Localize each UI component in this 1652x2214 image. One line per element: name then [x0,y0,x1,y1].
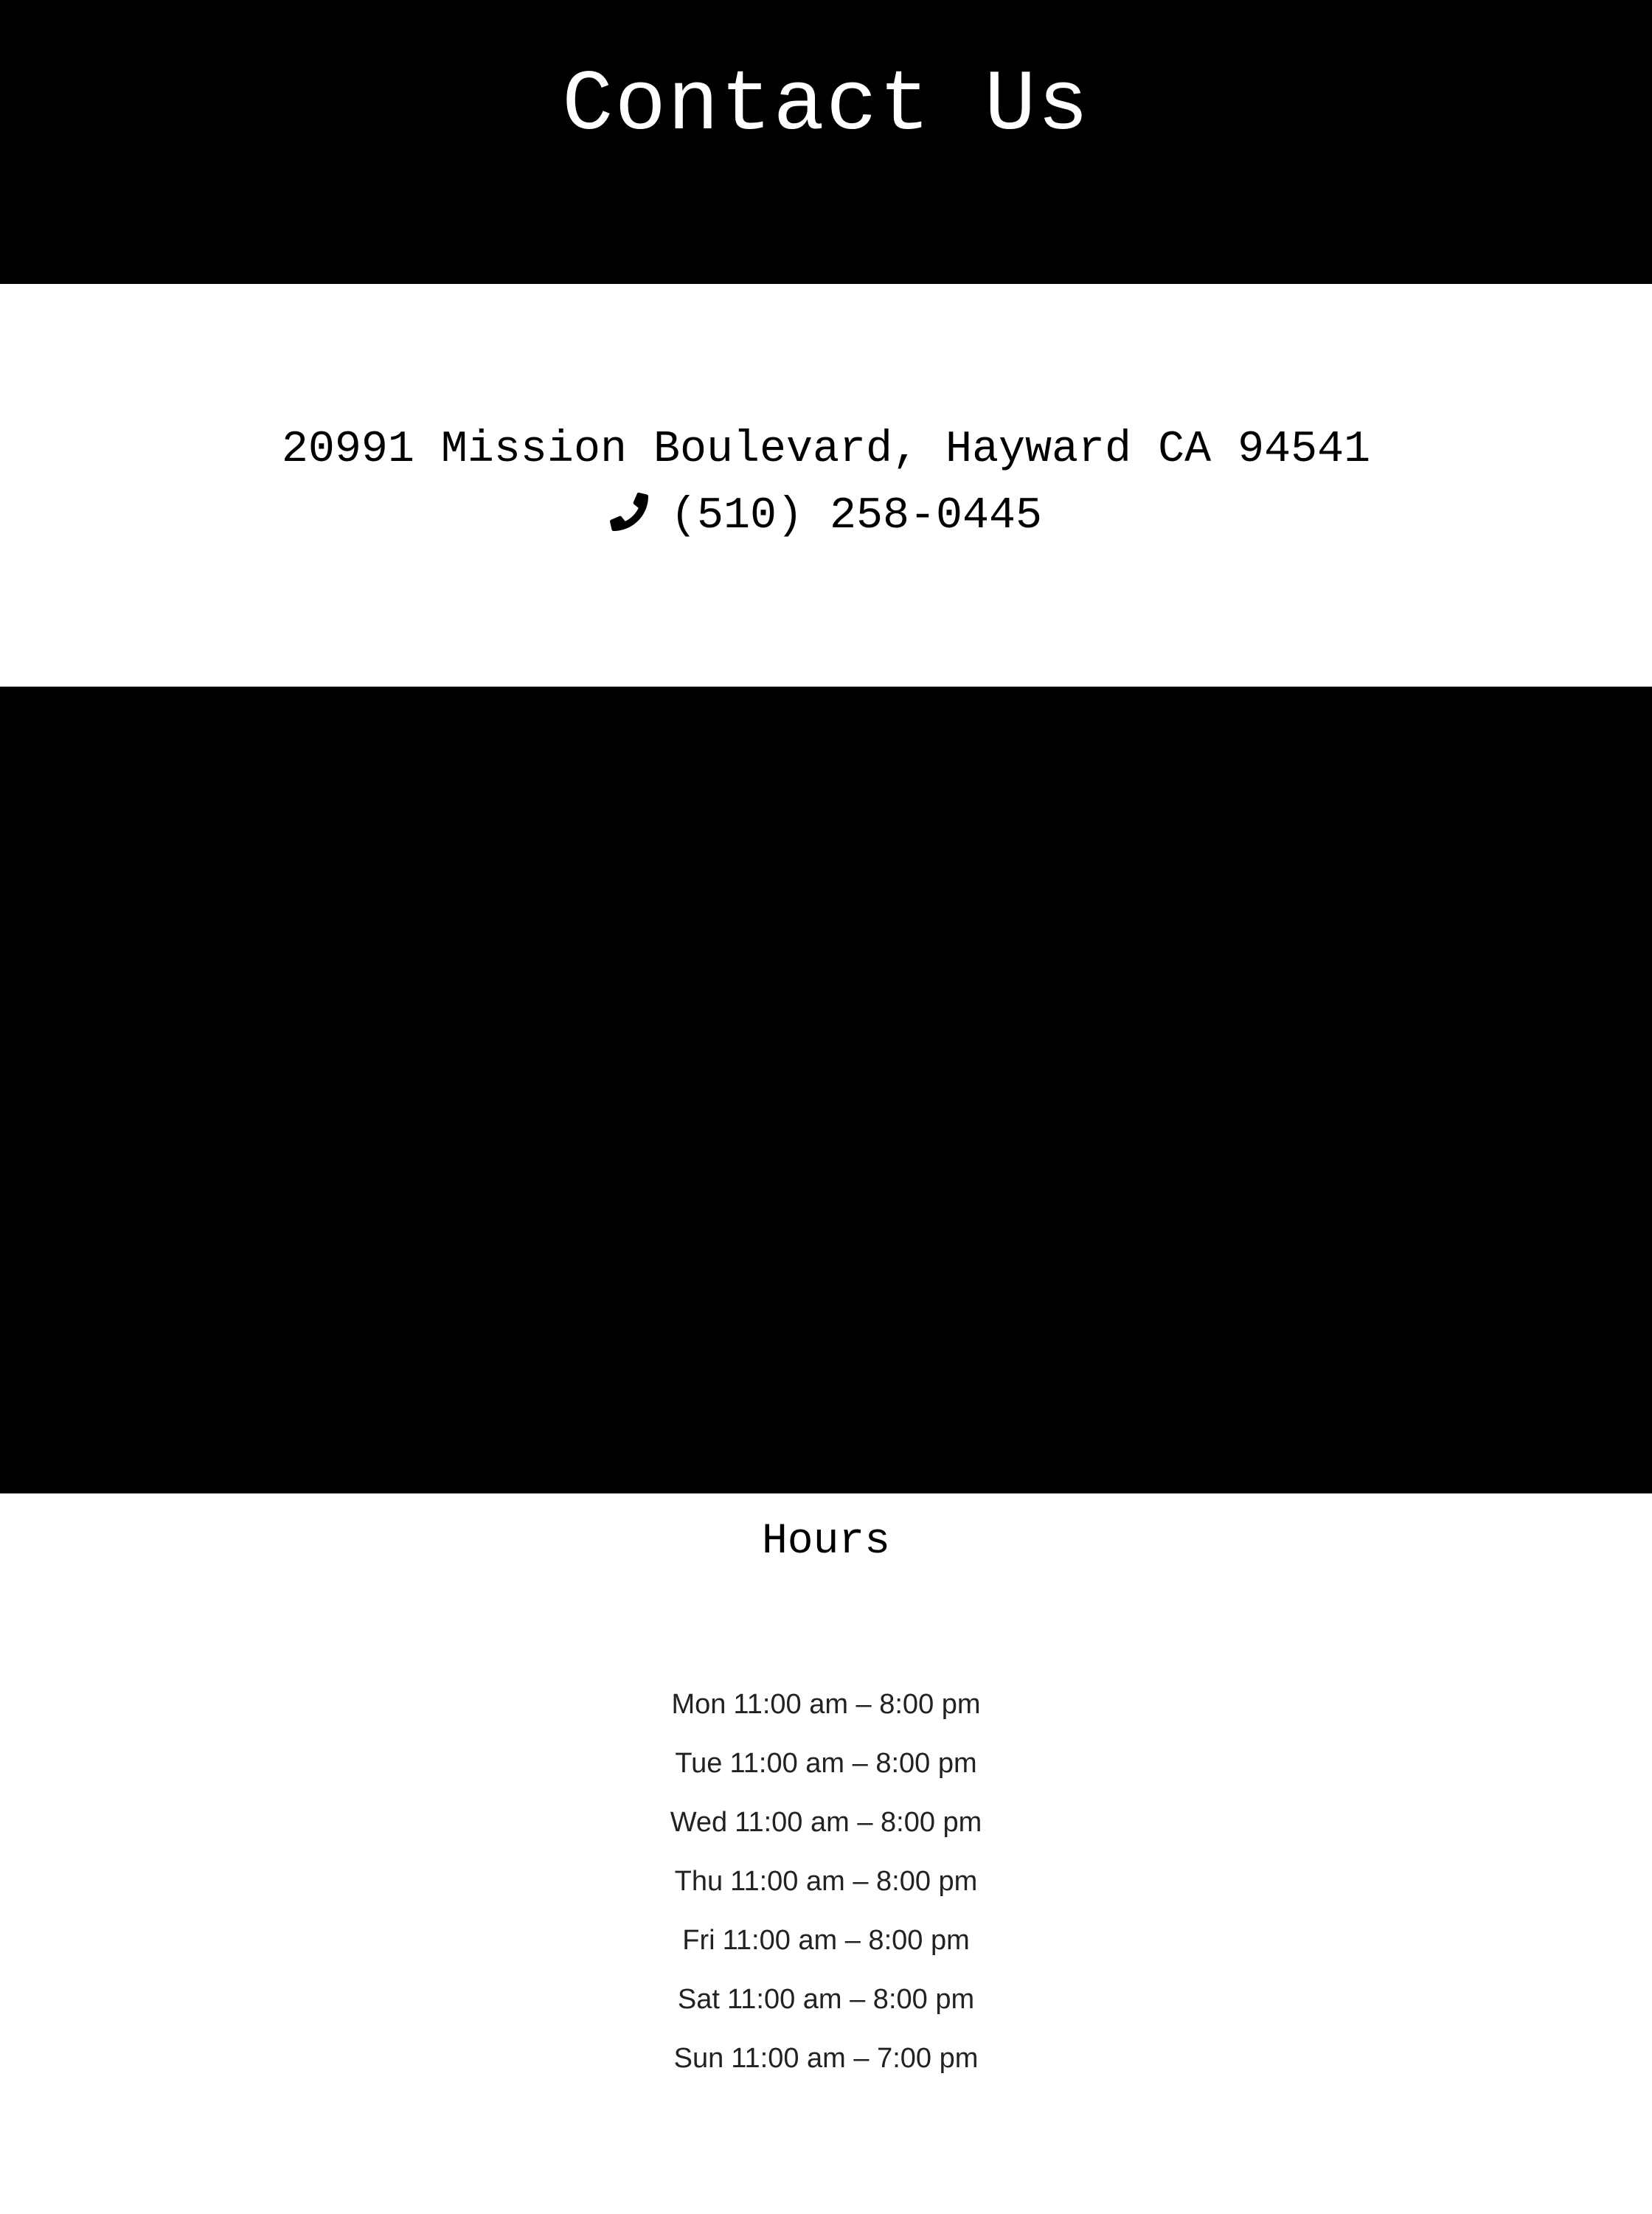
hours-item-sat: Sat 11:00 am – 8:00 pm [0,1985,1652,2013]
map-embed[interactable] [0,687,1652,1493]
hours-section: Hours Mon 11:00 am – 8:00 pm Tue 11:00 am … [0,1493,1652,2214]
hours-time: 11:00 am – 8:00 pm [733,1689,981,1720]
page-title: Contact Us [561,56,1091,154]
hours-time: 11:00 am – 7:00 pm [731,2043,979,2074]
header-band: Contact Us [0,0,1652,284]
hours-time: 11:00 am – 8:00 pm [735,1807,982,1838]
phone-row: (510) 258-0445 [0,493,1652,538]
hours-time: 11:00 am – 8:00 pm [722,1925,970,1956]
contact-page: Contact Us 20991 Mission Boulevard, Hayw… [0,0,1652,2214]
hours-item-fri: Fri 11:00 am – 8:00 pm [0,1926,1652,1954]
hours-day: Sun [673,2043,724,2074]
hours-day: Tue [675,1748,723,1779]
hours-time: 11:00 am – 8:00 pm [726,1984,975,2015]
hours-day: Wed [670,1807,728,1838]
hours-item-mon: Mon 11:00 am – 8:00 pm [0,1690,1652,1718]
hours-day: Thu [674,1866,723,1897]
phone-link[interactable]: (510) 258-0445 [670,494,1042,538]
hours-item-sun: Sun 11:00 am – 7:00 pm [0,2044,1652,2072]
hours-item-thu: Thu 11:00 am – 8:00 pm [0,1867,1652,1895]
phone-icon [609,493,648,531]
hours-item-wed: Wed 11:00 am – 8:00 pm [0,1808,1652,1836]
hours-item-tue: Tue 11:00 am – 8:00 pm [0,1749,1652,1777]
hours-day: Mon [671,1689,726,1720]
contact-info: 20991 Mission Boulevard, Hayward CA 9454… [0,284,1652,687]
hours-time: 11:00 am – 8:00 pm [729,1748,977,1779]
hours-day: Sat [677,1984,720,2015]
hours-day: Fri [682,1925,715,1956]
address-link[interactable]: 20991 Mission Boulevard, Hayward CA 9454… [0,428,1652,472]
hours-time: 11:00 am – 8:00 pm [730,1866,978,1897]
hours-title: Hours [761,1518,891,1566]
